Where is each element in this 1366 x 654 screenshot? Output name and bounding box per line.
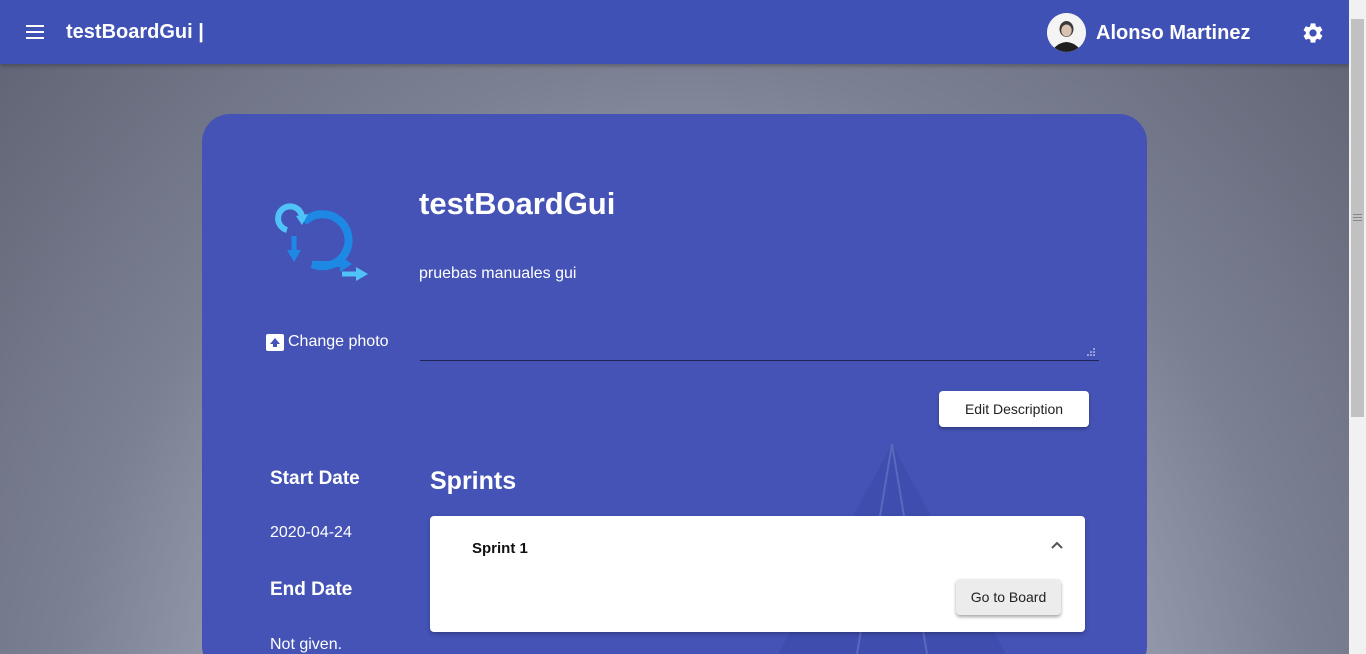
start-date-value: 2020-04-24 — [270, 524, 352, 541]
change-photo-button[interactable]: Change photo — [266, 333, 389, 351]
change-photo-label: Change photo — [288, 333, 389, 350]
user-name[interactable]: Alonso Martinez — [1096, 21, 1250, 45]
chevron-up-icon[interactable] — [1049, 537, 1065, 553]
board-card: Change photo testBoardGui pruebas manual… — [202, 114, 1147, 654]
top-app-bar: testBoardGui | Alonso Martinez — [0, 0, 1349, 64]
scrum-cycle-logo-icon — [275, 203, 368, 281]
app-title: testBoardGui | — [66, 21, 204, 43]
avatar[interactable] — [1047, 13, 1086, 52]
gear-icon[interactable] — [1301, 21, 1325, 45]
go-to-board-button[interactable]: Go to Board — [956, 579, 1061, 615]
start-date-label: Start Date — [270, 468, 360, 489]
description-textarea[interactable] — [420, 274, 1099, 361]
hamburger-menu-icon[interactable] — [24, 20, 48, 44]
board-title: testBoardGui — [419, 186, 616, 221]
user-photo-icon — [1047, 13, 1086, 52]
board-description: pruebas manuales gui — [419, 265, 577, 282]
vertical-scrollbar[interactable] — [1349, 0, 1366, 654]
sprints-heading: Sprints — [430, 467, 517, 495]
end-date-label: End Date — [270, 579, 353, 600]
sprint-name[interactable]: Sprint 1 — [472, 540, 528, 557]
scrollbar-thumb[interactable] — [1351, 19, 1364, 417]
upload-icon — [266, 333, 284, 351]
sprint-expansion-panel: Sprint 1 Go to Board — [430, 516, 1085, 632]
scrollbar-grip-icon — [1353, 214, 1362, 215]
end-date-value: Not given. — [270, 636, 343, 653]
resize-handle-icon[interactable] — [1087, 348, 1095, 356]
edit-description-button[interactable]: Edit Description — [939, 391, 1089, 427]
